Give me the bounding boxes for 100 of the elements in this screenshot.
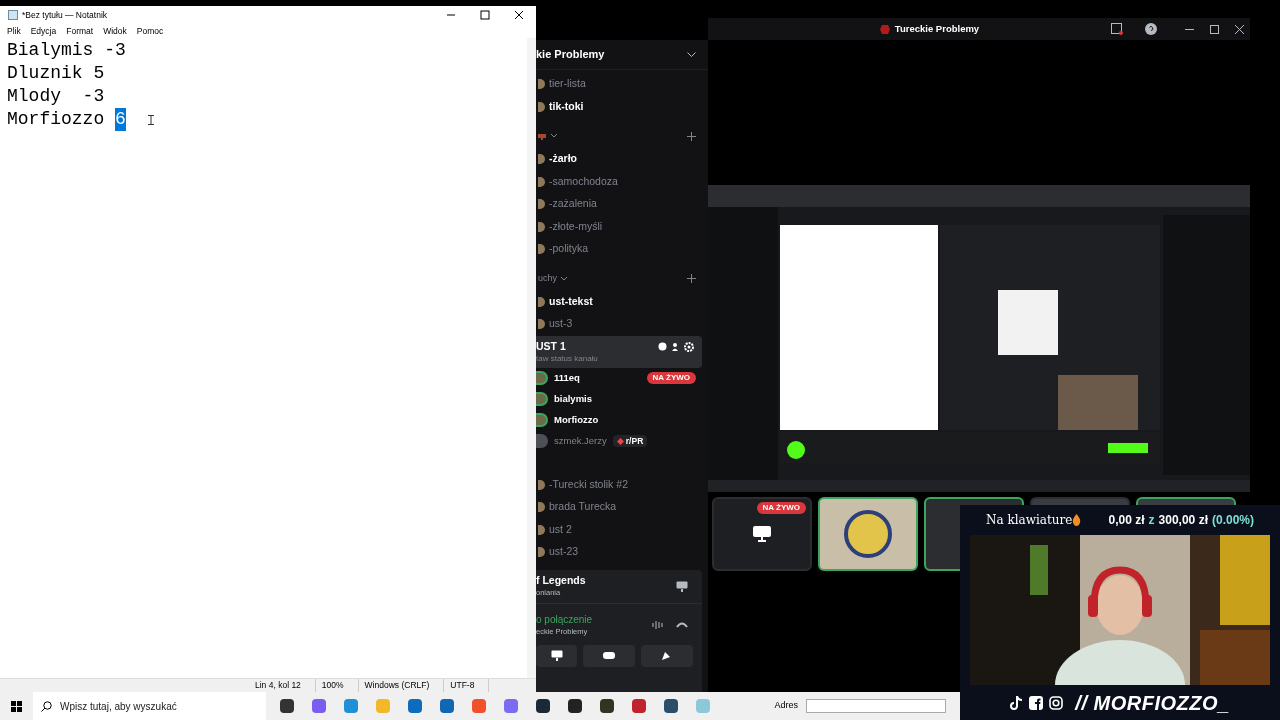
app-icon (470, 698, 487, 714)
channel-item[interactable]: ust 2 (549, 521, 572, 538)
scrollbar[interactable] (527, 38, 536, 678)
app-icon (630, 698, 647, 714)
maximize-icon[interactable] (1210, 24, 1219, 34)
channel-item[interactable]: -polityka (549, 241, 589, 258)
voice-user[interactable]: szmek.Jerzy (554, 433, 607, 449)
screen-share-icon[interactable] (676, 580, 688, 592)
connection-status: o połączenie (536, 613, 594, 626)
user-avatar (536, 434, 548, 448)
menu-item[interactable]: Pomoc (136, 24, 164, 38)
taskbar-app-icon[interactable] (661, 697, 680, 715)
help-icon[interactable] (1145, 23, 1157, 35)
settings-icon[interactable] (684, 341, 694, 352)
voice-channel-item[interactable]: UST 1 taw status kanału (536, 335, 702, 368)
channel-item[interactable]: ust-23 (549, 544, 579, 561)
voice-user[interactable]: bialymis (554, 391, 593, 407)
plus-icon[interactable] (687, 274, 696, 283)
taskbar-app-icon[interactable] (565, 697, 584, 715)
app-icon (310, 698, 327, 714)
activity-title: f Legends (536, 573, 587, 587)
window-title: *Bez tytułu — Notatnik (22, 8, 109, 22)
address-field[interactable] (806, 699, 946, 713)
monitor-icon (752, 525, 772, 543)
channel-item[interactable]: -żarło (549, 151, 577, 168)
app-icon (662, 698, 679, 714)
hang-up-icon[interactable] (676, 621, 688, 630)
plus-icon[interactable] (687, 131, 696, 141)
activity-button[interactable] (583, 644, 635, 667)
chevron-icon[interactable] (687, 51, 696, 58)
status-text: UTF-8 (450, 679, 490, 692)
text-line: Mlody -3 (7, 85, 105, 108)
maximize-icon[interactable] (480, 10, 490, 20)
screen-share-icon (550, 650, 563, 662)
share-screen-button[interactable] (536, 644, 577, 667)
windows-start-icon[interactable] (11, 700, 22, 712)
channel-name: UST 1 (536, 338, 567, 354)
channel-item[interactable]: ust-3 (549, 316, 573, 333)
channel-item[interactable]: -samochodoza (549, 173, 618, 190)
user-tag: r/PR (612, 434, 648, 448)
user-avatar (536, 371, 548, 385)
app-icon (598, 698, 615, 714)
search-field[interactable]: Wpisz tutaj, aby wyszukać (33, 692, 266, 720)
menu-item[interactable]: Edycja (30, 24, 57, 38)
channel-item[interactable]: -złote-myśli (549, 218, 603, 235)
app-icon (534, 698, 551, 714)
app-icon (438, 698, 455, 714)
close-icon[interactable] (514, 10, 524, 20)
chevron-icon (561, 276, 567, 281)
text-line: Dluznik 5 (7, 62, 105, 85)
search-input[interactable]: Wpisz tutaj, aby wyszukać (60, 698, 266, 714)
server-name[interactable]: kie Problemy (536, 46, 687, 63)
app-icon (342, 698, 359, 714)
taskbar-app-icon[interactable] (597, 697, 616, 715)
status-text: 100% (321, 679, 359, 692)
menu-item[interactable]: Format (66, 24, 94, 38)
text-cursor-icon (147, 114, 154, 125)
channel-item[interactable]: -zażalenia (549, 196, 597, 213)
app-icon (406, 698, 423, 714)
taskbar-app-icon[interactable] (533, 697, 552, 715)
inbox-icon[interactable] (1111, 23, 1123, 35)
participant-tile[interactable] (818, 497, 918, 571)
category-label[interactable]: uchy (538, 271, 557, 286)
add-user-icon[interactable] (671, 342, 680, 351)
channel-item[interactable]: brada Turecka (549, 499, 617, 516)
app-icon (374, 698, 391, 714)
sound-wave-icon[interactable] (652, 620, 664, 631)
participant-tile[interactable]: NA ŻYWO (712, 497, 812, 571)
facebook-icon (1029, 695, 1044, 710)
tiktok-icon (1010, 695, 1024, 710)
chat-icon[interactable] (658, 342, 667, 351)
diamond-icon (616, 437, 624, 445)
chevron-icon (551, 134, 557, 138)
selected-text: 6 (115, 108, 126, 131)
taskbar-app-icon[interactable] (277, 697, 296, 715)
user-avatar (536, 392, 548, 406)
close-icon[interactable] (1235, 24, 1244, 34)
text-line: Bialymis -3 (7, 39, 126, 62)
instagram-icon (1049, 695, 1064, 710)
channel-item[interactable]: -Turecki stolik #2 (549, 476, 628, 493)
channel-item[interactable]: tik-toki (549, 98, 584, 115)
channel-item[interactable]: tier-lista (549, 76, 586, 93)
app-icon (278, 698, 295, 714)
live-badge: NA ŻYWO (756, 502, 806, 514)
goal-title: Na klawiature (986, 512, 1073, 529)
app-title: Tureckie Problemy (894, 21, 980, 36)
voice-user[interactable]: 111eq (554, 370, 580, 386)
menu-item[interactable]: Widok (103, 24, 127, 38)
channel-item[interactable]: ust-tekst (549, 293, 593, 310)
voice-user[interactable]: Morfiozzo (554, 412, 599, 428)
menu-item[interactable]: Plik (7, 24, 21, 38)
app-icon (502, 698, 519, 714)
channel-handle: // MORFIOZZO_ (1075, 690, 1230, 716)
goal-target: 300,00 zł (1158, 512, 1208, 529)
soundboard-button[interactable] (641, 644, 693, 667)
channel-status: taw status kanału (536, 354, 599, 365)
address-label: Adres (774, 699, 798, 713)
notepad-icon (8, 10, 18, 20)
flame-icon (1072, 514, 1082, 526)
status-text: Windows (CRLF) (364, 679, 445, 692)
